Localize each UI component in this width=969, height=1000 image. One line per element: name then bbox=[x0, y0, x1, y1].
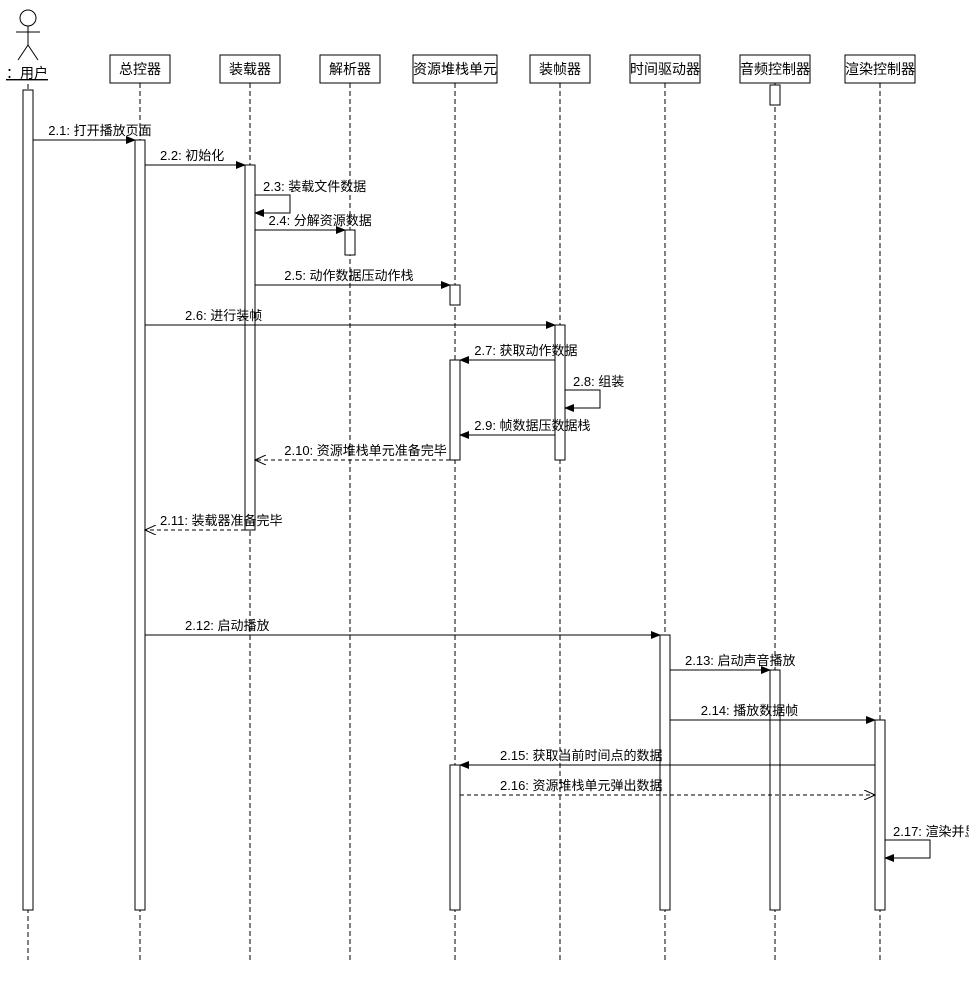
activation-timer bbox=[660, 635, 670, 910]
activation-loader bbox=[245, 165, 255, 530]
actor-label: ：用户 bbox=[6, 65, 48, 81]
lifeline-stack-label: 资源堆栈单元 bbox=[413, 61, 497, 77]
lifeline-loader-label: 装载器 bbox=[229, 61, 271, 77]
msg-2.7-label: 2.7: 获取动作数据 bbox=[474, 343, 577, 358]
msg-2.11-label: 2.11: 装载器准备完毕 bbox=[160, 513, 283, 528]
lifeline-audio-label: 音频控制器 bbox=[740, 61, 810, 77]
activation-stack bbox=[450, 285, 460, 305]
activation-audio bbox=[770, 85, 780, 105]
activation-parser bbox=[345, 230, 355, 255]
msg-2.3-label: 2.3: 装载文件数据 bbox=[263, 179, 366, 194]
lifeline-timer-label: 时间驱动器 bbox=[630, 61, 700, 77]
actor-leg-r bbox=[28, 45, 38, 60]
activation-stack bbox=[450, 765, 460, 910]
activation-render bbox=[875, 720, 885, 910]
lifeline-parser-label: 解析器 bbox=[329, 61, 371, 77]
msg-2.16-label: 2.16: 资源堆栈单元弹出数据 bbox=[500, 778, 663, 793]
lifeline-master-label: 总控器 bbox=[119, 61, 161, 77]
sequence-diagram: ：用户 总控器 装载器 解析器 资源堆栈单元 装帧器 时间驱动器 音频控制器 渲染控制器 2.1:… bbox=[0, 0, 969, 1000]
msg-2.9-label: 2.9: 帧数据压数据栈 bbox=[474, 418, 590, 433]
msg-2.13-label: 2.13: 启动声音播放 bbox=[685, 653, 796, 668]
lifeline-render-label: 渲染控制器 bbox=[845, 61, 915, 77]
msg-2.5-label: 2.5: 动作数据压动作栈 bbox=[284, 268, 413, 283]
msg-2.2-label: 2.2: 初始化 bbox=[160, 148, 224, 163]
activation-stack bbox=[450, 360, 460, 460]
msg-2.12-label: 2.12: 启动播放 bbox=[185, 618, 270, 633]
msg-2.8-label: 2.8: 组装 bbox=[573, 374, 624, 389]
msg-2.10-label: 2.10: 资源堆栈单元准备完毕 bbox=[284, 443, 447, 458]
msg-2.15-label: 2.15: 获取当前时间点的数据 bbox=[500, 748, 663, 763]
msg-2.6-label: 2.6: 进行装帧 bbox=[185, 308, 262, 323]
activation-user bbox=[23, 90, 33, 910]
msg-2.1-label: 2.1: 打开播放页面 bbox=[48, 123, 151, 138]
activation-master bbox=[135, 140, 145, 910]
actor-leg-l bbox=[18, 45, 28, 60]
msg-2.17 bbox=[885, 840, 930, 858]
msg-2.14-label: 2.14: 播放数据帧 bbox=[701, 703, 799, 718]
msg-2.8 bbox=[565, 390, 600, 408]
msg-2.3 bbox=[255, 195, 290, 213]
actor-head bbox=[20, 10, 36, 26]
msg-2.4-label: 2.4: 分解资源数据 bbox=[269, 213, 372, 228]
lifeline-framer-label: 装帧器 bbox=[539, 61, 581, 77]
msg-2.17-label: 2.17: 渲染并显示 bbox=[893, 824, 969, 839]
